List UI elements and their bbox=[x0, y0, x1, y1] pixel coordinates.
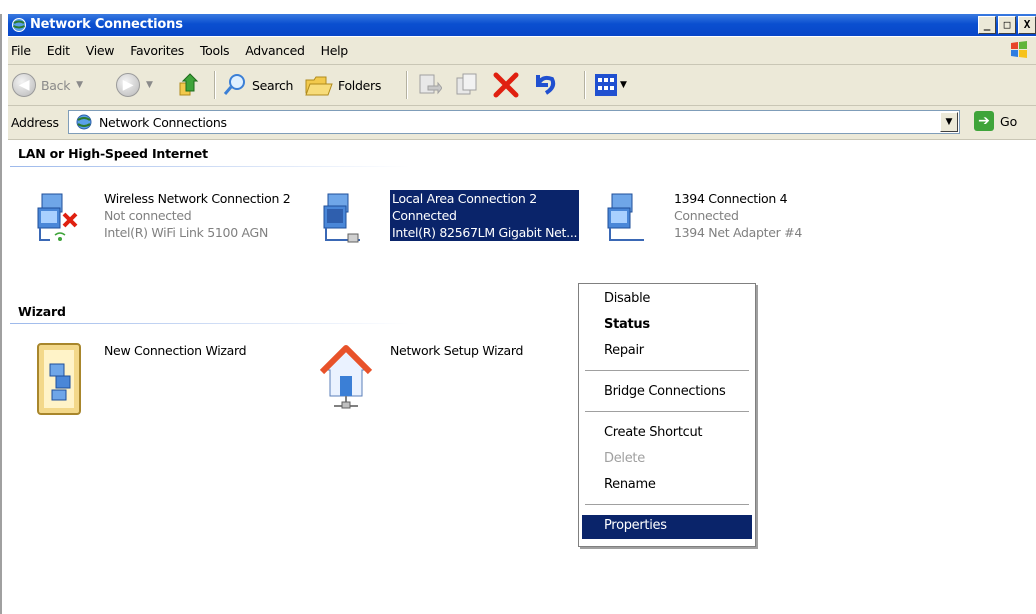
menu-separator bbox=[585, 411, 749, 413]
menu-favorites[interactable]: Favorites bbox=[122, 43, 192, 58]
network-connections-icon bbox=[12, 18, 26, 32]
address-label: Address bbox=[11, 115, 59, 130]
folders-label: Folders bbox=[338, 77, 382, 93]
network-connections-icon bbox=[76, 114, 92, 130]
forward-arrow-icon: ▶ bbox=[116, 73, 140, 97]
menu-create-shortcut[interactable]: Create Shortcut bbox=[582, 422, 752, 446]
views-dropdown-icon[interactable]: ▼ bbox=[620, 80, 627, 90]
1394-network-icon bbox=[607, 193, 644, 241]
folders-button[interactable]: Folders bbox=[304, 71, 381, 99]
search-label: Search bbox=[252, 77, 294, 93]
close-button[interactable]: X bbox=[1018, 16, 1036, 34]
minimize-button[interactable]: _ bbox=[978, 16, 996, 34]
address-value: Network Connections bbox=[99, 115, 227, 130]
title-bar[interactable]: Network Connections _ □ X bbox=[8, 14, 1036, 36]
forward-dropdown-icon[interactable]: ▼ bbox=[146, 80, 153, 90]
group-header-lan: LAN or High-Speed Internet bbox=[18, 146, 208, 161]
menu-separator bbox=[585, 504, 749, 506]
views-icon bbox=[595, 74, 617, 96]
menu-bridge-connections[interactable]: Bridge Connections bbox=[582, 381, 752, 405]
move-to-button[interactable] bbox=[416, 71, 442, 99]
connection-status: Connected bbox=[674, 208, 739, 223]
group-divider bbox=[10, 166, 410, 167]
copy-to-button[interactable] bbox=[454, 71, 480, 99]
connection-device: 1394 Net Adapter #4 bbox=[674, 225, 802, 240]
menu-properties[interactable]: Properties bbox=[582, 515, 752, 539]
window-title: Network Connections bbox=[30, 17, 183, 32]
up-folder-button[interactable] bbox=[176, 71, 204, 99]
1394-connection-item[interactable]: 1394 Connection 4 Connected 1394 Net Ada… bbox=[604, 188, 834, 248]
search-icon bbox=[223, 74, 245, 95]
folders-icon bbox=[305, 76, 333, 96]
back-arrow-icon: ◀ bbox=[12, 73, 36, 97]
network-setup-wizard-icon bbox=[320, 345, 373, 409]
connection-name: Wireless Network Connection 2 bbox=[104, 191, 291, 206]
window-left-border bbox=[0, 14, 2, 614]
undo-icon bbox=[536, 75, 556, 95]
menu-status[interactable]: Status bbox=[582, 314, 752, 338]
wired-network-icon bbox=[323, 193, 360, 243]
connection-status: Connected bbox=[390, 207, 580, 224]
group-header-wizard: Wizard bbox=[18, 304, 66, 319]
wizard-name: New Connection Wizard bbox=[104, 343, 247, 358]
toolbar-separator bbox=[406, 71, 408, 99]
wireless-network-disconnected-icon bbox=[37, 193, 78, 241]
item-label: Local Area Connection 2 Connected Intel(… bbox=[390, 190, 580, 241]
content-pane: LAN or High-Speed Internet Wireless Netw… bbox=[8, 140, 1036, 614]
address-input[interactable]: Network Connections ▼ bbox=[68, 110, 960, 134]
network-connections-window: Network Connections _ □ X File Edit View… bbox=[8, 14, 1036, 614]
wizard-name: Network Setup Wizard bbox=[390, 343, 524, 358]
menu-repair[interactable]: Repair bbox=[582, 340, 752, 364]
menu-delete: Delete bbox=[604, 451, 645, 466]
item-label: Wireless Network Connection 2 Not connec… bbox=[104, 190, 291, 241]
copy-to-icon bbox=[456, 73, 477, 95]
toolbar: ◀ Back ▼ ▶ ▼ Search Folders ▼ bbox=[8, 65, 1036, 106]
toolbar-separator bbox=[214, 71, 216, 99]
connection-status: Not connected bbox=[104, 208, 192, 223]
connection-name: Local Area Connection 2 bbox=[390, 190, 580, 207]
menu-separator bbox=[585, 370, 749, 372]
connection-name: 1394 Connection 4 bbox=[674, 191, 788, 206]
item-label: New Connection Wizard bbox=[104, 342, 247, 359]
item-label: 1394 Connection 4 Connected 1394 Net Ada… bbox=[674, 190, 802, 241]
item-label: Network Setup Wizard bbox=[390, 342, 523, 359]
group-divider bbox=[10, 323, 410, 324]
views-button[interactable]: ▼ bbox=[594, 71, 627, 99]
menu-file[interactable]: File bbox=[8, 43, 39, 58]
delete-x-icon bbox=[493, 72, 519, 98]
menu-disable[interactable]: Disable bbox=[582, 288, 752, 312]
address-dropdown-icon[interactable]: ▼ bbox=[940, 112, 958, 132]
menu-tools[interactable]: Tools bbox=[192, 43, 237, 58]
menu-advanced[interactable]: Advanced bbox=[237, 43, 312, 58]
connection-device: Intel(R) 82567LM Gigabit Net... bbox=[390, 224, 580, 241]
new-connection-wizard-item[interactable]: New Connection Wizard bbox=[34, 340, 294, 420]
network-setup-wizard-item[interactable]: Network Setup Wizard bbox=[320, 340, 580, 420]
search-button[interactable]: Search bbox=[222, 71, 293, 99]
menu-help[interactable]: Help bbox=[313, 43, 356, 58]
undo-button[interactable] bbox=[530, 71, 558, 99]
move-to-icon bbox=[419, 74, 442, 95]
wireless-connection-item[interactable]: Wireless Network Connection 2 Not connec… bbox=[34, 188, 324, 248]
go-arrow-icon: ➔ bbox=[974, 111, 994, 131]
go-label: Go bbox=[1000, 113, 1018, 129]
new-connection-wizard-icon bbox=[37, 343, 81, 415]
toolbar-separator bbox=[584, 71, 586, 99]
menu-view[interactable]: View bbox=[78, 43, 122, 58]
up-folder-icon bbox=[179, 73, 199, 96]
forward-button[interactable]: ▶ ▼ bbox=[116, 71, 153, 99]
local-area-connection-item[interactable]: Local Area Connection 2 Connected Intel(… bbox=[320, 188, 600, 248]
context-menu: Disable Status Repair Bridge Connections… bbox=[578, 283, 756, 547]
maximize-button[interactable]: □ bbox=[998, 16, 1016, 34]
windows-logo-icon bbox=[1011, 41, 1027, 58]
delete-button[interactable] bbox=[492, 71, 520, 99]
back-label: Back bbox=[41, 77, 71, 93]
back-dropdown-icon[interactable]: ▼ bbox=[76, 80, 83, 90]
back-button[interactable]: ◀ Back ▼ bbox=[12, 71, 83, 99]
address-bar: Address Network Connections ▼ ➔ Go bbox=[8, 106, 1036, 140]
menu-rename[interactable]: Rename bbox=[582, 474, 752, 498]
menu-bar: File Edit View Favorites Tools Advanced … bbox=[8, 37, 1036, 65]
menu-edit[interactable]: Edit bbox=[39, 43, 78, 58]
go-button[interactable]: ➔ Go bbox=[974, 111, 1017, 131]
connection-device: Intel(R) WiFi Link 5100 AGN bbox=[104, 225, 268, 240]
